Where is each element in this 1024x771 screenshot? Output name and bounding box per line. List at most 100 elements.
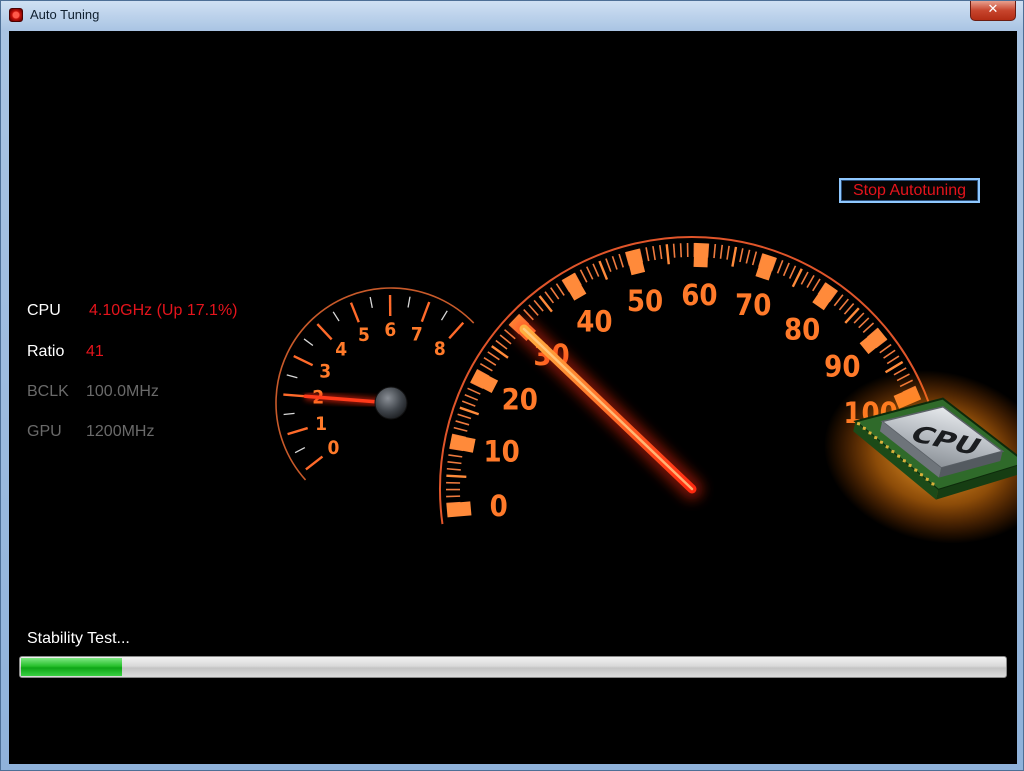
stat-value: 41: [86, 343, 104, 360]
main-gauge-tick: [833, 294, 844, 307]
stat-label: CPU: [27, 302, 61, 319]
main-gauge-tick: [739, 248, 744, 263]
main-gauge-tick: [467, 387, 481, 395]
main-gauge-tick-label: 20: [502, 383, 538, 417]
main-gauge-tick: [806, 275, 815, 288]
title-bar[interactable]: Auto Tuning ✕: [1, 1, 1023, 31]
stat-label: BCLK: [27, 383, 69, 400]
small-gauge-tick: [332, 311, 340, 322]
stat-value: 4.10GHz (Up 17.1%): [89, 302, 238, 319]
main-gauge-tick: [453, 426, 468, 432]
small-gauge-tick: [420, 301, 431, 323]
main-gauge-tick: [812, 278, 821, 292]
main-gauge-tick: [544, 291, 555, 304]
small-gauge-tick: [294, 447, 306, 454]
small-gauge-tick: [287, 426, 309, 436]
main-gauge-tick: [447, 461, 462, 465]
main-gauge-tick: [592, 263, 600, 277]
auto-tuning-window: Auto Tuning ✕ 01234567801020304050607080…: [0, 0, 1024, 771]
small-gauge-tick-label: 6: [384, 319, 396, 341]
main-gauge-tick: [853, 312, 865, 324]
small-gauge-tick: [293, 354, 314, 367]
main-gauge-tick-label: 60: [681, 278, 717, 312]
main-gauge-major-tick: [449, 434, 476, 453]
main-gauge-tick: [461, 400, 476, 407]
main-gauge-tick-label: 70: [735, 288, 771, 322]
stat-label: Ratio: [27, 343, 65, 360]
main-gauge-tick: [679, 243, 683, 258]
main-gauge-major-tick: [812, 282, 838, 311]
small-gauge-tick: [316, 323, 333, 341]
main-gauge-tick: [745, 249, 751, 264]
main-gauge-major-tick: [446, 501, 472, 518]
main-gauge-tick: [858, 317, 870, 329]
main-gauge-tick: [618, 253, 625, 268]
stat-value: 100.0MHz: [86, 383, 159, 400]
client-area: 0123456780102030405060708090100CPU Stop …: [9, 31, 1017, 764]
close-button[interactable]: ✕: [970, 1, 1016, 21]
main-gauge-tick: [791, 268, 803, 288]
main-gauge-tick: [862, 322, 875, 334]
small-gauge-tick: [440, 310, 448, 321]
main-gauge-tick: [645, 247, 650, 262]
main-gauge-tick-label: 80: [784, 312, 820, 346]
main-gauge-tick: [879, 343, 892, 354]
main-gauge-tick: [886, 355, 900, 365]
small-gauge-tick: [305, 455, 324, 471]
small-gauge-tick: [448, 321, 465, 340]
main-gauge-tick: [788, 265, 797, 279]
small-gauge-tick: [283, 412, 295, 416]
main-gauge-tick: [479, 362, 493, 372]
small-gauge-tick-label: 0: [328, 437, 340, 459]
main-gauge-tick: [457, 413, 472, 420]
main-gauge-major-tick: [859, 328, 888, 355]
main-gauge-tick: [605, 258, 612, 272]
small-gauge-tick-label: 4: [335, 339, 347, 361]
small-gauge-tick-label: 7: [411, 324, 423, 346]
gauge-display: 0123456780102030405060708090100CPU: [275, 236, 1017, 544]
main-gauge-tick: [455, 420, 470, 426]
main-gauge-tick: [585, 266, 594, 280]
small-gauge-tick: [369, 296, 373, 308]
main-gauge-tick: [499, 334, 512, 345]
small-gauge-tick-label: 3: [319, 360, 331, 382]
main-gauge-tick: [598, 260, 609, 281]
main-gauge-major-tick: [755, 253, 777, 281]
small-gauge-tick: [407, 296, 411, 308]
main-gauge-tick: [555, 283, 565, 296]
small-gauge-tick-label: 8: [434, 338, 446, 360]
main-gauge-tick: [487, 351, 500, 361]
main-gauge-tick-label: 40: [576, 304, 612, 338]
main-gauge-tick: [726, 245, 730, 260]
small-gauge-tick-label: 1: [315, 413, 327, 435]
stop-autotuning-button[interactable]: Stop Autotuning: [839, 178, 980, 203]
main-gauge-major-tick: [625, 248, 646, 276]
small-gauge-tick: [349, 302, 360, 323]
status-text: Stability Test...: [27, 630, 130, 647]
small-gauge-tick: [283, 393, 305, 398]
main-gauge-tick: [448, 454, 463, 458]
main-gauge-tick-label: 10: [484, 434, 520, 468]
main-gauge-tick: [533, 299, 544, 312]
main-gauge-tick-label: 90: [824, 349, 860, 383]
main-gauge-tick: [665, 244, 670, 265]
main-gauge-tick: [446, 474, 467, 478]
main-gauge-tick: [719, 244, 724, 259]
stat-label: GPU: [27, 423, 62, 440]
main-gauge-tick: [459, 406, 480, 416]
main-gauge-tick: [550, 287, 560, 300]
progress-bar: [19, 656, 1007, 678]
main-gauge-tick: [528, 304, 539, 316]
main-gauge-tick: [838, 298, 849, 311]
main-gauge-tick: [659, 245, 663, 260]
main-gauge-tick-label: 50: [627, 284, 663, 318]
main-gauge-tick: [776, 260, 784, 274]
stat-value: 1200MHz: [86, 423, 155, 440]
main-gauge-tick: [446, 467, 461, 471]
main-gauge-tick: [495, 339, 508, 350]
progress-fill: [21, 658, 122, 676]
main-gauge-tick: [782, 262, 790, 277]
small-gauge-tick-label: 5: [358, 324, 370, 346]
small-gauge-hub: [374, 386, 408, 420]
main-gauge-tick: [843, 303, 855, 315]
